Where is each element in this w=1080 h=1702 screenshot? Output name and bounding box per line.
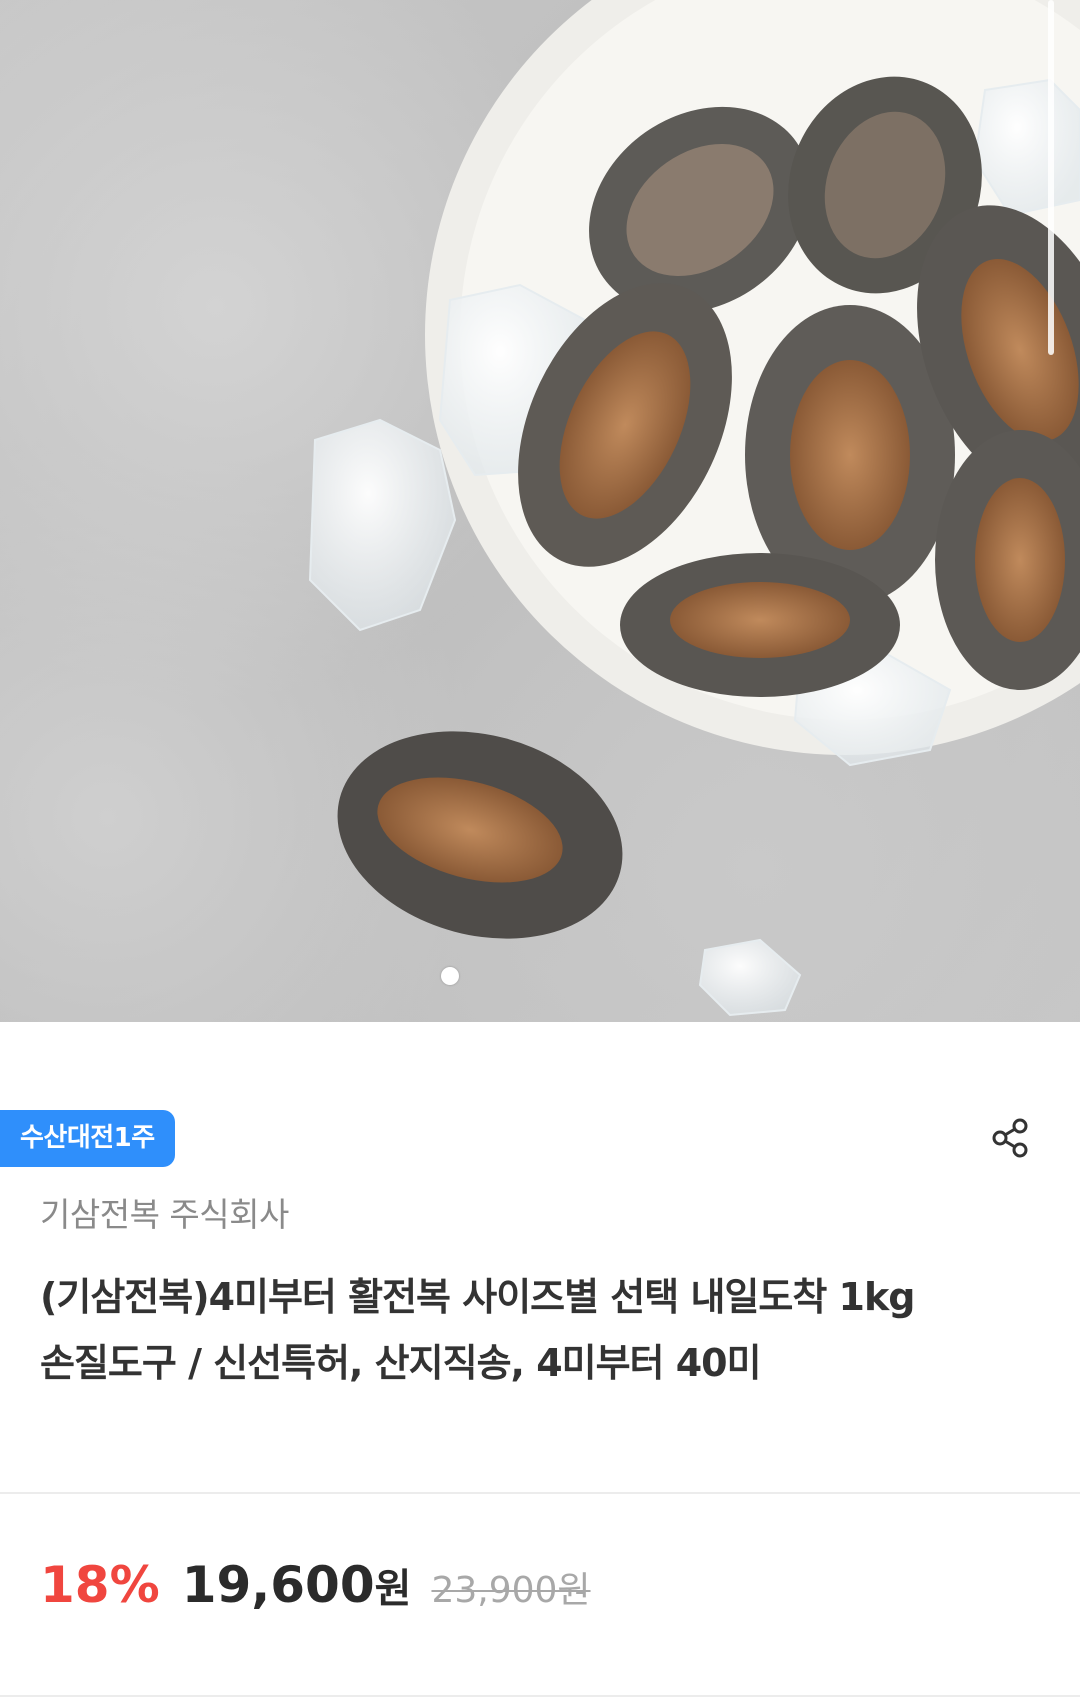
image-scroll-indicator xyxy=(1048,0,1054,355)
share-button[interactable] xyxy=(984,1112,1036,1164)
sale-price-unit: 원 xyxy=(374,1566,412,1612)
price-row: 18% 19,600 원 23,900원 xyxy=(40,1556,591,1614)
abalone-photo xyxy=(308,0,1080,1017)
sale-price: 19,600 xyxy=(181,1556,375,1614)
share-icon xyxy=(992,1118,1028,1158)
original-price: 23,900원 xyxy=(431,1570,591,1611)
seller-name[interactable]: 기삼전복 주식회사 xyxy=(40,1188,289,1236)
divider xyxy=(0,1695,1080,1697)
product-detail-page: 수산대전1주 기삼전복 주식회사 (기삼전복)4미부터 활전복 사이즈별 선택 … xyxy=(0,0,1080,1702)
event-badge: 수산대전1주 xyxy=(0,1110,175,1167)
carousel-dot-active[interactable] xyxy=(441,967,459,985)
product-image[interactable] xyxy=(0,0,1080,1022)
divider xyxy=(0,1492,1080,1494)
product-title: (기삼전복)4미부터 활전복 사이즈별 선택 내일도착 1kg 손질도구 / 신… xyxy=(40,1275,915,1385)
discount-rate: 18% xyxy=(40,1556,160,1614)
